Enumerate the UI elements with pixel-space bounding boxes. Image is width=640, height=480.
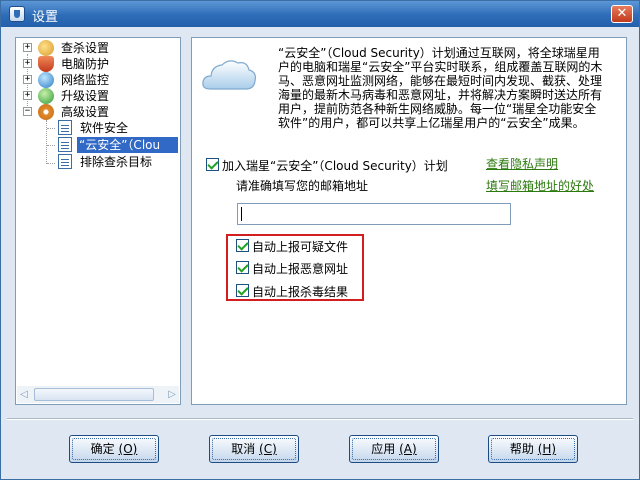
expand-icon[interactable]: + (23, 91, 32, 100)
expand-icon[interactable]: + (23, 75, 32, 84)
tree-item-pc-protection[interactable]: + 电脑防护 (16, 56, 176, 72)
ok-button-label: 确定 (90, 442, 115, 456)
globe-icon (38, 72, 54, 88)
tree-item-cloud-security[interactable]: “云安全”（Clou (16, 137, 180, 153)
cloud-security-description: “云安全”（Cloud Security）计划通过互联网，将全球瑞星用户的电脑和… (278, 46, 603, 130)
tree-item-update-settings[interactable]: + 升级设置 (16, 88, 176, 104)
page-icon (58, 137, 72, 152)
settings-tree: + 查杀设置 + 电脑防护 + 网络监控 + 升级设置 − 高级设置 软件安全 (15, 37, 181, 405)
tree-label: 电脑防护 (61, 57, 110, 71)
email-benefits-link[interactable]: 填写邮箱地址的好处 (486, 177, 594, 194)
tree-label: 查杀设置 (61, 41, 110, 55)
join-cloud-checkbox[interactable] (206, 158, 219, 171)
separator (7, 418, 633, 420)
window-title: 设置 (32, 10, 59, 25)
apply-button-label: 应用 (371, 442, 396, 456)
page-icon (58, 154, 72, 169)
help-button-label: 帮助 (509, 442, 534, 456)
tree-label: 软件安全 (80, 121, 129, 135)
update-icon (38, 88, 54, 104)
report-suspicious-files-checkbox[interactable] (236, 239, 249, 252)
cancel-button-label: 取消 (231, 442, 256, 456)
report-scan-results-label[interactable]: 自动上报杀毒结果 (252, 283, 348, 300)
scroll-thumb[interactable] (34, 388, 154, 401)
email-prompt: 请准确填写您的邮箱地址 (236, 179, 369, 193)
expand-icon[interactable]: + (23, 43, 32, 52)
join-cloud-label[interactable]: 加入瑞星“云安全”（Cloud Security）计划 (222, 157, 448, 174)
tree-label: 高级设置 (61, 105, 110, 119)
cloud-icon (202, 60, 256, 90)
collapse-icon[interactable]: − (23, 107, 32, 116)
scan-icon (38, 40, 54, 56)
help-button[interactable]: 帮助 (H) (488, 435, 578, 463)
cloud-security-panel: “云安全”（Cloud Security）计划通过互联网，将全球瑞星用户的电脑和… (191, 37, 627, 405)
cancel-button[interactable]: 取消 (C) (209, 435, 299, 463)
app-shield-icon (9, 6, 25, 22)
tree-item-scan-settings[interactable]: + 查杀设置 (16, 40, 176, 56)
tree-label: 排除查杀目标 (80, 155, 153, 169)
report-malicious-urls-checkbox[interactable] (236, 261, 249, 274)
settings-window: 设置 ✕ + 查杀设置 + 电脑防护 + 网络监控 + 升级设置 − 高级设置 … (0, 0, 640, 480)
ok-button[interactable]: 确定 (O) (69, 435, 159, 463)
report-scan-results-checkbox[interactable] (236, 284, 249, 297)
close-button[interactable]: ✕ (611, 5, 633, 23)
expand-icon[interactable]: + (23, 59, 32, 68)
apply-button-mnemonic: (A) (399, 442, 417, 456)
cancel-button-mnemonic: (C) (259, 442, 277, 456)
report-malicious-urls-label[interactable]: 自动上报恶意网址 (252, 260, 348, 277)
gear-icon (38, 104, 54, 120)
ok-button-mnemonic: (O) (118, 442, 138, 456)
email-input[interactable] (237, 203, 511, 225)
tree-item-network-monitor[interactable]: + 网络监控 (16, 72, 176, 88)
tree-item-software-security[interactable]: 软件安全 (16, 120, 176, 136)
page-icon (58, 120, 72, 135)
tree-item-advanced-settings[interactable]: − 高级设置 (16, 104, 176, 120)
title-bar[interactable]: 设置 ✕ (1, 1, 639, 27)
apply-button[interactable]: 应用 (A) (349, 435, 439, 463)
tree-label-selected: “云安全”（Clou (77, 137, 178, 153)
tree-label: 网络监控 (61, 73, 110, 87)
help-button-mnemonic: (H) (537, 442, 557, 456)
scroll-left-icon[interactable]: ◁ (19, 389, 29, 400)
privacy-statement-link[interactable]: 查看隐私声明 (486, 155, 558, 172)
tree-item-exclusions[interactable]: 排除查杀目标 (16, 154, 176, 170)
scroll-right-icon[interactable]: ▷ (167, 389, 177, 400)
tree-label: 升级设置 (61, 89, 110, 103)
shield-icon (38, 56, 54, 72)
report-suspicious-files-label[interactable]: 自动上报可疑文件 (252, 238, 348, 255)
horizontal-scrollbar[interactable]: ◁ ▷ (17, 386, 179, 403)
